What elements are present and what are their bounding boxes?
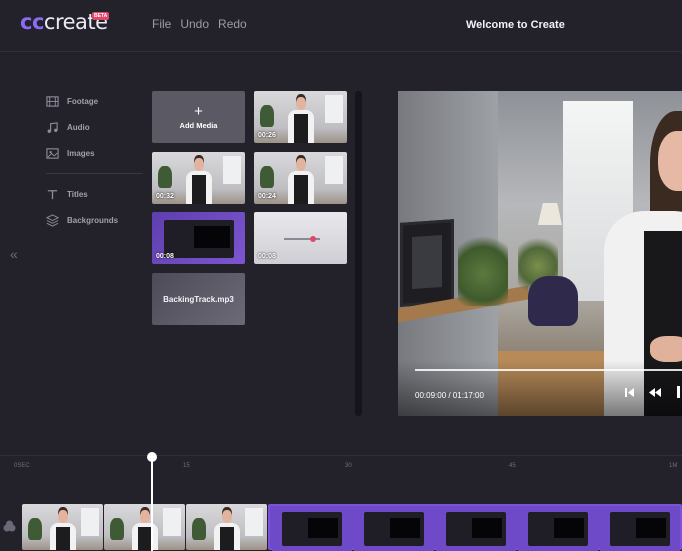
- timeline-clip[interactable]: [104, 504, 185, 550]
- add-media-button[interactable]: + Add Media: [152, 91, 245, 143]
- screen-recording-clip[interactable]: [268, 504, 682, 551]
- video-preview[interactable]: 00:09:00 / 01:17:00: [398, 91, 682, 416]
- menu-undo[interactable]: Undo: [180, 17, 209, 31]
- media-tile[interactable]: 00:32: [152, 152, 245, 204]
- media-tile[interactable]: 00:24: [254, 152, 347, 204]
- playback-progress-bar[interactable]: [415, 369, 682, 371]
- main-menu: File Undo Redo: [152, 17, 247, 31]
- film-icon: [46, 95, 59, 107]
- media-sidebar: Footage Audio Images Titles Backgrounds: [46, 88, 146, 233]
- beta-badge: BETA: [92, 12, 110, 20]
- play-pause-icon[interactable]: [677, 386, 682, 401]
- rewind-icon[interactable]: [648, 387, 662, 401]
- layers-icon: [46, 213, 59, 227]
- clip-frame: [436, 506, 516, 551]
- playback-time: 00:09:00 / 01:17:00: [415, 391, 484, 400]
- media-tile[interactable]: 00:26: [254, 91, 347, 143]
- media-tile[interactable]: 00:08: [254, 212, 347, 264]
- plus-icon: +: [194, 102, 203, 120]
- sidebar-item-label: Images: [67, 148, 95, 158]
- menu-redo[interactable]: Redo: [218, 17, 247, 31]
- menu-file[interactable]: File: [152, 17, 171, 31]
- text-icon: [47, 189, 58, 199]
- sidebar-item-footage[interactable]: Footage: [46, 88, 146, 114]
- page-title: Welcome to Create: [466, 19, 565, 31]
- clip-frame: [518, 506, 598, 551]
- sidebar-item-label: Audio: [67, 122, 90, 132]
- sidebar-item-label: Footage: [67, 96, 99, 106]
- media-scrollbar[interactable]: [355, 91, 362, 416]
- collapse-sidebar-icon[interactable]: «: [10, 246, 18, 262]
- sidebar-item-label: Titles: [67, 189, 88, 199]
- sidebar-item-label: Backgrounds: [67, 215, 119, 225]
- ruler-label: 1M: [669, 463, 678, 469]
- sidebar-item-images[interactable]: Images: [46, 140, 146, 166]
- clip-frame: [600, 506, 680, 551]
- clip-frame: [272, 506, 352, 551]
- sidebar-item-audio[interactable]: Audio: [46, 114, 146, 140]
- sidebar-item-titles[interactable]: Titles: [46, 181, 146, 207]
- clip-duration: 00:08: [156, 253, 174, 260]
- image-icon: [46, 147, 59, 159]
- playhead-handle[interactable]: [147, 452, 157, 462]
- media-tile[interactable]: 00:08: [152, 212, 245, 264]
- clip-duration: 00:24: [258, 193, 276, 200]
- top-bar: cccreate BETA File Undo Redo Welcome to …: [0, 0, 682, 52]
- music-note-icon: [47, 121, 58, 133]
- clip-frame: [354, 506, 434, 551]
- skip-to-start-icon[interactable]: [624, 387, 635, 401]
- logo-prefix: cc: [20, 10, 44, 34]
- ruler-label: 30: [345, 463, 352, 469]
- add-media-label: Add Media: [179, 120, 218, 130]
- playhead[interactable]: [151, 456, 153, 551]
- sidebar-item-backgrounds[interactable]: Backgrounds: [46, 207, 146, 233]
- sidebar-divider: [46, 173, 143, 174]
- clip-frames: [272, 506, 680, 551]
- track-audio-icon: [3, 520, 16, 532]
- clip-duration: 00:08: [258, 253, 276, 260]
- timeline[interactable]: 0SEC 15 30 45 1M: [0, 452, 682, 551]
- clip-duration: 00:32: [156, 193, 174, 200]
- timeline-clip[interactable]: [22, 504, 103, 550]
- audio-file-name: BackingTrack.mp3: [163, 294, 234, 304]
- audio-tile[interactable]: BackingTrack.mp3: [152, 273, 245, 325]
- ruler-label: 45: [509, 463, 516, 469]
- ruler-label: 0SEC: [14, 463, 30, 469]
- clip-duration: 00:26: [258, 132, 276, 139]
- timeline-clip[interactable]: [186, 504, 267, 550]
- video-track: [22, 504, 267, 550]
- ruler-label: 15: [183, 463, 190, 469]
